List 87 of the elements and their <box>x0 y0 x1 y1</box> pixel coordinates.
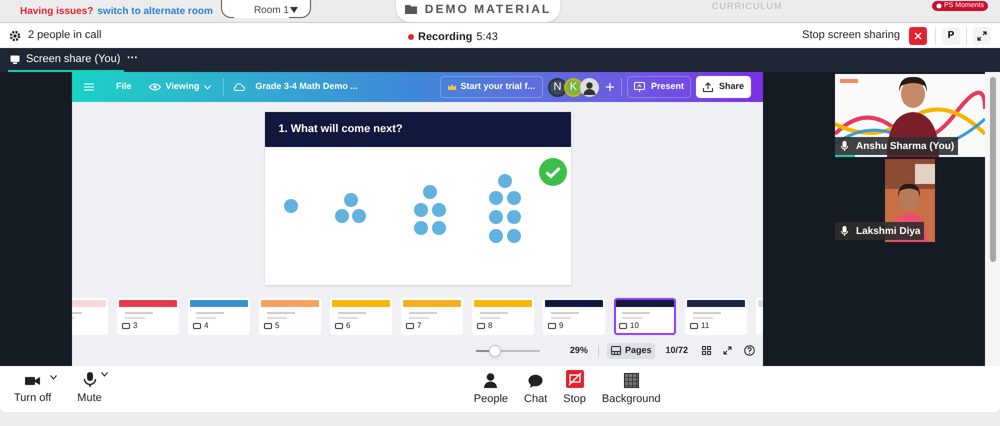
expand-icon[interactable] <box>723 346 732 355</box>
page-number: 5 <box>275 320 280 332</box>
alternate-room-link[interactable]: switch to alternate room <box>97 4 213 18</box>
slide-thumbnail[interactable]: 9 <box>543 298 605 335</box>
comment-icon <box>406 322 414 330</box>
slide-thumbnail[interactable]: 5 <box>259 298 321 335</box>
document-title: Grade 3-4 Math Demo ... <box>255 80 358 94</box>
folder-icon <box>404 4 417 14</box>
participant-name: Anshu Sharma (You) <box>856 140 954 154</box>
microphone-icon <box>841 141 848 151</box>
upload-icon <box>702 82 713 92</box>
checkered-square-icon <box>624 373 639 388</box>
slide-thumbnail[interactable]: 6 <box>330 298 392 335</box>
stop-sharing-label: Stop screen sharing <box>802 28 900 44</box>
recording-label: Recording <box>418 30 472 45</box>
participant-name: Lakshmi Diya <box>856 224 920 238</box>
video-camera-icon <box>25 374 40 387</box>
comment-icon <box>477 322 485 330</box>
recording-time: 5:43 <box>476 30 498 45</box>
page-number: 3 <box>133 320 138 332</box>
crown-icon <box>448 84 456 90</box>
pages-button[interactable]: Pages <box>606 342 656 358</box>
stop-sharing-button[interactable] <box>909 26 927 44</box>
page-counter: 10/72 <box>665 344 688 357</box>
help-icon[interactable] <box>744 345 755 356</box>
comment-icon <box>193 322 201 330</box>
comment-icon <box>619 322 627 330</box>
mic-control[interactable]: Mute <box>75 372 104 406</box>
background-control[interactable]: Background <box>600 373 663 408</box>
page-number: 9 <box>559 320 564 332</box>
room-dropdown[interactable]: Room 1 <box>220 0 311 18</box>
caret-icon <box>290 7 298 13</box>
stop-control[interactable]: Stop <box>561 370 588 408</box>
presentation-icon <box>634 82 645 92</box>
check-icon <box>538 158 566 186</box>
microphone-icon <box>82 372 97 387</box>
slide-thumbnail[interactable]: 8 <box>472 298 534 335</box>
caret-icon <box>204 84 212 90</box>
page-number: 11 <box>701 320 710 332</box>
camera-control[interactable]: Turn off <box>12 374 54 406</box>
trial-button[interactable]: Start your trial f... <box>440 76 543 98</box>
screen-icon <box>10 54 20 64</box>
page-number: 4 <box>204 320 208 332</box>
avatar[interactable]: N <box>548 78 567 96</box>
people-control[interactable]: People <box>472 373 510 408</box>
slide-thumbnail[interactable]: 7 <box>401 298 463 335</box>
slide-thumbnail[interactable]: 10 <box>614 298 676 335</box>
comment-icon <box>122 322 130 330</box>
pages-icon <box>610 346 621 355</box>
cloud-icon <box>233 83 246 91</box>
zoom-percentage: 29% <box>570 344 588 357</box>
comment-icon <box>548 322 556 330</box>
slide-title: 1. What will come next? <box>278 122 403 138</box>
people-count: 2 people in call <box>28 28 102 44</box>
chat-control[interactable]: Chat <box>522 374 550 408</box>
expand-icon <box>977 30 987 40</box>
person-icon <box>483 373 498 388</box>
demo-material-tab[interactable]: DEMO MATERIAL <box>396 0 560 22</box>
plus-icon[interactable] <box>606 83 614 91</box>
microphone-icon <box>841 226 848 236</box>
caret-icon <box>50 374 58 380</box>
speech-bubble-icon <box>528 374 544 388</box>
settings-icon[interactable] <box>9 30 21 42</box>
close-icon <box>914 32 922 40</box>
share-button[interactable]: Share <box>696 76 751 98</box>
page-number: 7 <box>417 320 422 332</box>
fullscreen-button[interactable] <box>973 26 991 44</box>
slide-thumbnail[interactable]: 4 <box>188 298 250 335</box>
profile-button[interactable]: P <box>942 26 960 44</box>
page-number: 8 <box>488 320 492 332</box>
more-button[interactable]: ··· <box>127 50 138 66</box>
page-number: 6 <box>346 320 350 332</box>
stop-sharing-icon <box>566 370 584 388</box>
issue-text: Having issues? <box>20 4 94 18</box>
present-button[interactable]: Present <box>626 76 691 98</box>
eye-icon <box>148 83 161 91</box>
avatar-icon[interactable] <box>580 78 599 96</box>
grid-icon[interactable] <box>702 346 711 355</box>
slide-thumbnail[interactable]: 3 <box>117 298 179 335</box>
scrollbar-thumb[interactable] <box>990 77 996 262</box>
comment-icon <box>335 322 343 330</box>
slide-thumbnail[interactable]: 11 <box>685 298 747 335</box>
page-number: 10 <box>630 320 639 332</box>
caret-icon <box>100 372 108 377</box>
recording-dot-icon <box>408 34 414 40</box>
comment-icon <box>690 322 698 330</box>
comment-icon <box>264 322 272 330</box>
